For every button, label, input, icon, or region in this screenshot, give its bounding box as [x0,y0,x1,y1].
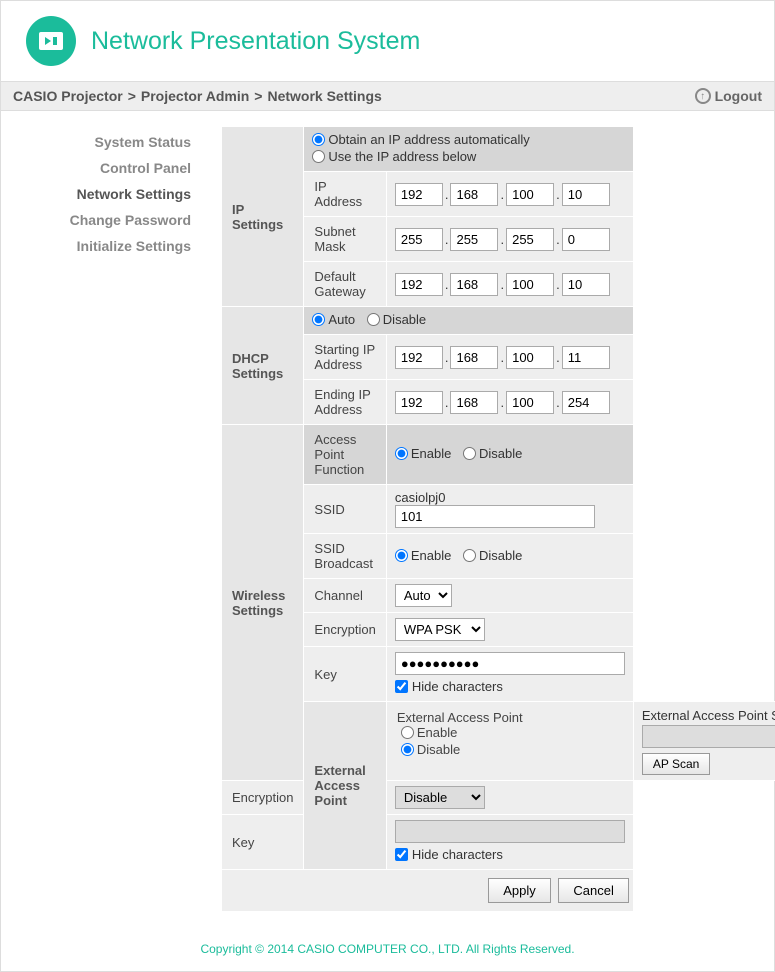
gateway-d[interactable] [562,273,610,296]
ext-ssid-label: External Access Point SSID [642,708,775,723]
subnet-a[interactable] [395,228,443,251]
apply-button[interactable]: Apply [488,878,551,903]
ssid-input[interactable] [395,505,595,528]
content: IP Settings Obtain an IP address automat… [211,111,775,927]
encryption-select[interactable]: WPA PSK [395,618,485,641]
dhcp-start-d[interactable] [562,346,610,369]
dhcp-start-c[interactable] [506,346,554,369]
breadcrumb-sep: > [128,88,136,104]
sidebar-item-initialize-settings[interactable]: Initialize Settings [1,233,199,259]
breadcrumb-item[interactable]: Network Settings [267,88,381,104]
ip-address-label: IP Address [304,172,386,217]
footer: Copyright © 2014 CASIO COMPUTER CO., LTD… [1,927,774,971]
dhcp-start-b[interactable] [450,346,498,369]
broadcast-enable[interactable]: Enable [395,548,451,563]
ext-disable-radio[interactable] [401,743,414,756]
breadcrumb-item[interactable]: Projector Admin [141,88,249,104]
dhcp-end-label: Ending IP Address [304,380,386,425]
subnet-label: Subnet Mask [304,217,386,262]
dhcp-disable[interactable]: Disable [367,312,426,327]
breadcrumb-item[interactable]: CASIO Projector [13,88,123,104]
sidebar-item-change-password[interactable]: Change Password [1,207,199,233]
channel-select[interactable]: Auto [395,584,452,607]
subnet-c[interactable] [506,228,554,251]
section-dhcp: DHCP Settings [222,307,304,425]
section-external: External Access Point [304,702,386,870]
ap-disable-radio[interactable] [463,447,476,460]
section-ip: IP Settings [222,127,304,307]
sidebar-item-network-settings[interactable]: Network Settings [1,181,199,207]
dhcp-auto[interactable]: Auto [312,312,355,327]
broadcast-disable[interactable]: Disable [463,548,522,563]
dhcp-end-c[interactable] [506,391,554,414]
ext-disable[interactable]: Disable [401,742,460,757]
logout-label: Logout [715,88,762,104]
ext-hide-chars-checkbox[interactable] [395,848,408,861]
dhcp-start-a[interactable] [395,346,443,369]
breadcrumb-sep: > [254,88,262,104]
ssid-prefix: casiolpj0 [395,490,446,505]
sidebar-item-system-status[interactable]: System Status [1,129,199,155]
subnet-d[interactable] [562,228,610,251]
logo-icon [26,16,76,66]
dhcp-end-b[interactable] [450,391,498,414]
ip-address-b[interactable] [450,183,498,206]
ext-encryption-label: Encryption [222,781,304,815]
logout-link[interactable]: ↑ Logout [695,88,762,104]
gateway-c[interactable] [506,273,554,296]
ext-encryption-select[interactable]: Disable [395,786,485,809]
ssid-label: SSID [304,485,386,534]
key-label: Key [304,647,386,702]
ext-enable-radio[interactable] [401,726,414,739]
ap-enable-radio[interactable] [395,447,408,460]
ip-mode-auto[interactable]: Obtain an IP address automatically [312,132,529,147]
ext-key-input[interactable] [395,820,625,843]
ext-ssid-input[interactable] [642,725,775,748]
ext-key-label: Key [222,815,304,870]
hide-chars-checkbox[interactable] [395,680,408,693]
breadcrumb: CASIO Projector > Projector Admin > Netw… [13,88,382,104]
logout-icon: ↑ [695,88,711,104]
dhcp-end-d[interactable] [562,391,610,414]
sidebar-item-control-panel[interactable]: Control Panel [1,155,199,181]
gateway-label: Default Gateway [304,262,386,307]
gateway-a[interactable] [395,273,443,296]
key-input[interactable] [395,652,625,675]
header: Network Presentation System [1,1,774,81]
ap-enable[interactable]: Enable [395,446,451,461]
ip-mode-auto-radio[interactable] [312,133,325,146]
dhcp-end-a[interactable] [395,391,443,414]
app-title: Network Presentation System [91,27,420,56]
dhcp-start-label: Starting IP Address [304,335,386,380]
cancel-button[interactable]: Cancel [558,878,628,903]
section-wireless: Wireless Settings [222,425,304,781]
encryption-label: Encryption [304,613,386,647]
dhcp-disable-radio[interactable] [367,313,380,326]
ip-address-d[interactable] [562,183,610,206]
gateway-b[interactable] [450,273,498,296]
sidebar: System Status Control Panel Network Sett… [1,111,211,927]
broadcast-disable-radio[interactable] [463,549,476,562]
broadcast-label: SSID Broadcast [304,534,386,579]
ap-func-label: Access Point Function [304,425,386,485]
ap-scan-button[interactable]: AP Scan [642,753,710,775]
ap-disable[interactable]: Disable [463,446,522,461]
subnet-b[interactable] [450,228,498,251]
dhcp-auto-radio[interactable] [312,313,325,326]
breadcrumb-bar: CASIO Projector > Projector Admin > Netw… [1,81,774,111]
ip-address-a[interactable] [395,183,443,206]
broadcast-enable-radio[interactable] [395,549,408,562]
hide-chars[interactable]: Hide characters [395,679,503,694]
ext-enable[interactable]: Enable [401,725,457,740]
ext-ap-label: External Access Point [397,710,523,725]
ip-address-c[interactable] [506,183,554,206]
ext-hide-chars[interactable]: Hide characters [395,847,503,862]
ip-mode-manual-radio[interactable] [312,150,325,163]
ip-mode-manual[interactable]: Use the IP address below [312,149,476,164]
channel-label: Channel [304,579,386,613]
